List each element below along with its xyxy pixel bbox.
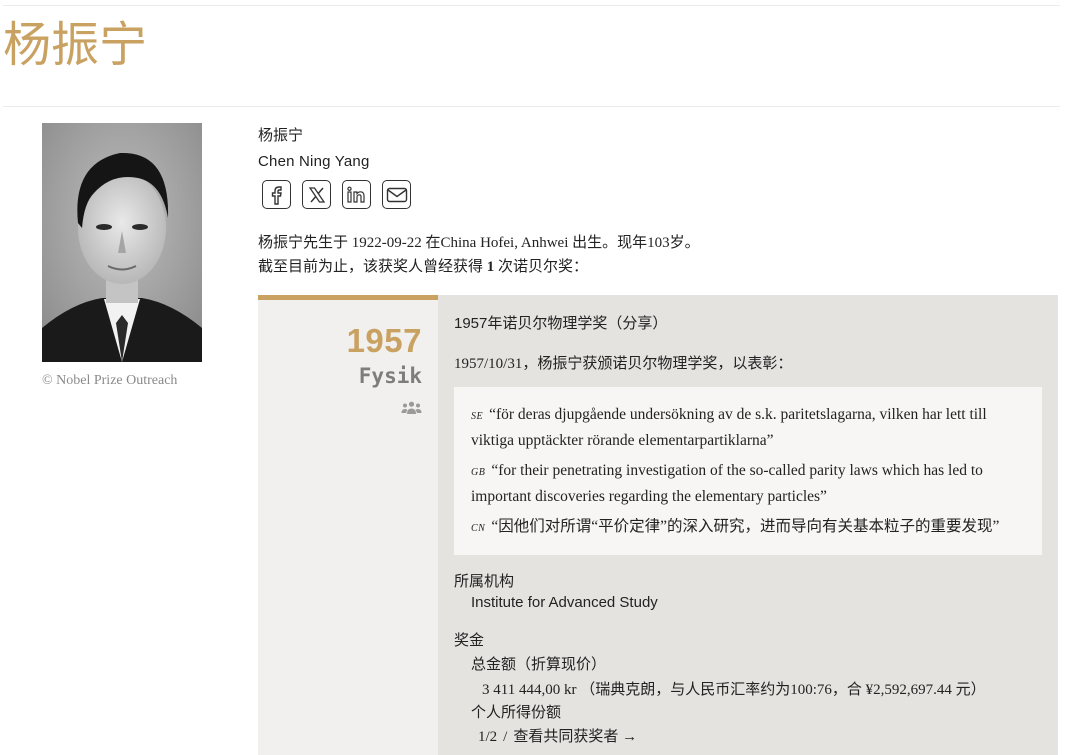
bio-birth-line: 杨振宁先生于 1922-09-22 在China Hofei, Anhwei 出…	[258, 235, 700, 251]
share-separator: /	[503, 729, 508, 745]
lang-code-gb: GB	[471, 467, 486, 478]
x-share-button[interactable]	[302, 180, 331, 209]
motivation-box: SE “för deras djupgående undersökning av …	[454, 387, 1042, 555]
award-year: 1957	[346, 322, 422, 359]
award-card: 1957 Fysik 1957年诺贝尔物理学奖（分享） 1957/10/31，杨…	[258, 295, 1058, 755]
bio-prize-count-line: 截至目前为止，该获奖人曾经获得 1 次诺贝尔奖：	[258, 259, 589, 275]
lang-code-se: SE	[471, 411, 484, 422]
motivation-gb: GB “for their penetrating investigation o…	[471, 462, 983, 505]
award-summary: 1957 Fysik	[258, 295, 438, 755]
mail-icon	[386, 187, 407, 202]
lang-code-cn: CN	[471, 523, 486, 534]
share-fraction: 1/2	[478, 729, 498, 745]
co-laureates-link[interactable]: 查看共同获奖者 →	[513, 729, 637, 745]
facebook-share-button[interactable]	[262, 180, 291, 209]
motivation-se: SE “för deras djupgående undersökning av …	[471, 406, 987, 449]
laureate-name-cn: 杨振宁	[258, 127, 304, 144]
linkedin-share-button[interactable]	[342, 180, 371, 209]
affiliation-heading: 所属机构	[454, 573, 515, 590]
total-amount-value: 3 411 444,00 kr （瑞典克朗，与人民币汇率约为100:76，合 ¥…	[482, 682, 986, 698]
laureate-portrait	[42, 123, 202, 362]
prize-title: 1957年诺贝尔物理学奖（分享）	[454, 315, 668, 332]
linkedin-icon	[346, 186, 365, 203]
motivation-cn: CN “因他们对所谓“平价定律”的深入研究，进而导向有关基本粒子的重要发现”	[471, 518, 1000, 535]
award-category: Fysik	[358, 364, 422, 388]
x-icon	[308, 186, 325, 203]
total-amount-heading: 总金额（折算现价）	[471, 656, 607, 673]
portrait-image	[42, 123, 202, 362]
people-icon	[401, 401, 422, 414]
award-date-line: 1957/10/31，杨振宁获颁诺贝尔物理学奖，以表彰：	[454, 356, 793, 372]
header-divider	[3, 106, 1060, 107]
personal-share-row: 1/2 / 查看共同获奖者 →	[478, 725, 637, 746]
top-divider	[3, 5, 1060, 6]
personal-share-heading: 个人所得份额	[471, 704, 562, 721]
award-details: 1957年诺贝尔物理学奖（分享） 1957/10/31，杨振宁获颁诺贝尔物理学奖…	[438, 295, 1058, 755]
laureate-bio: 杨振宁先生于 1922-09-22 在China Hofei, Anhwei 出…	[258, 231, 700, 279]
prize-amount-heading: 奖金	[454, 632, 485, 649]
portrait-credit: © Nobel Prize Outreach	[42, 373, 178, 388]
affiliation-value: Institute for Advanced Study	[471, 594, 658, 611]
email-share-button[interactable]	[382, 180, 411, 209]
laureate-name-en: Chen Ning Yang	[258, 153, 370, 170]
share-buttons	[262, 180, 411, 209]
facebook-icon	[271, 185, 282, 205]
page-title: 杨振宁	[3, 17, 148, 73]
